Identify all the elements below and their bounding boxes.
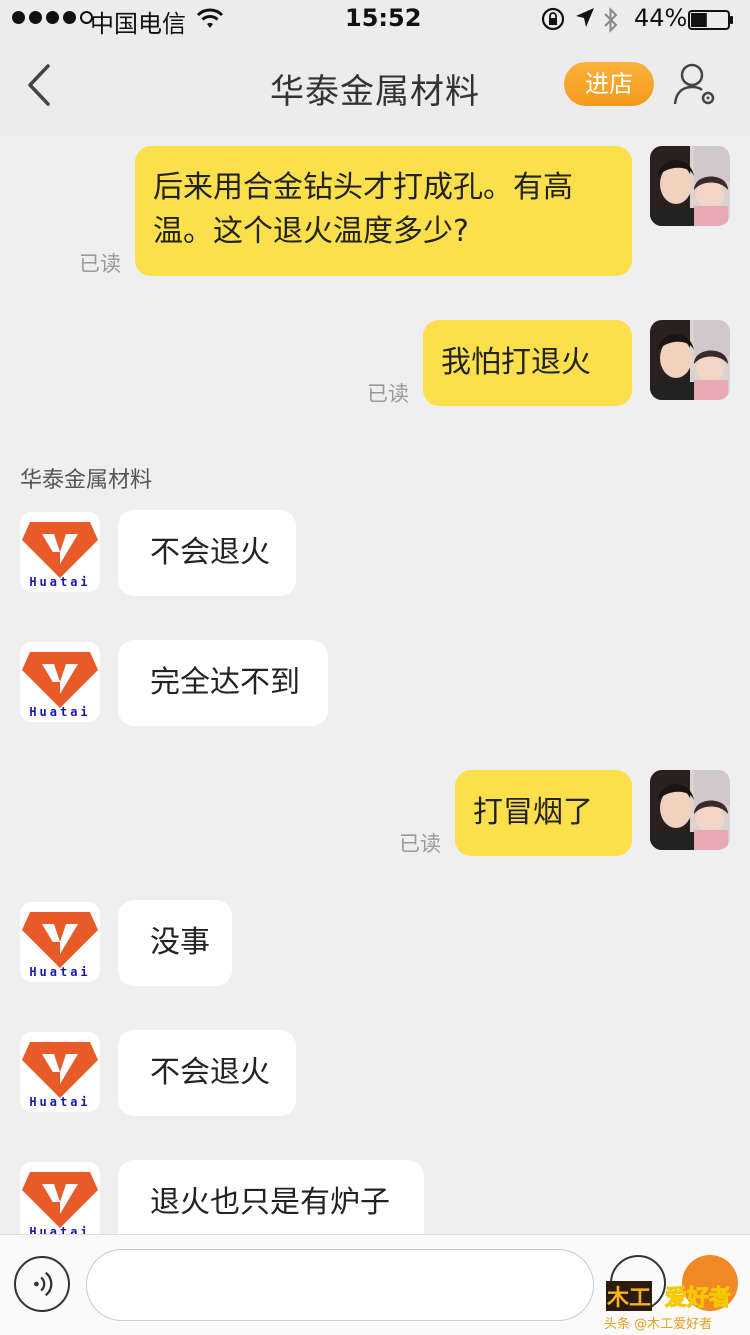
svg-text:爱好者: 爱好者 (665, 1285, 731, 1311)
shop-logo-text: Huatai (29, 705, 91, 719)
navigation-bar: 华泰金属材料 进店 (0, 40, 750, 136)
sent-message-bubble[interactable]: 打冒烟了 (455, 770, 632, 856)
shop-avatar[interactable]: Huatai (20, 512, 100, 592)
user-avatar[interactable] (650, 146, 730, 226)
received-message-bubble[interactable]: 没事 (118, 900, 232, 986)
bluetooth-icon (604, 7, 618, 33)
message-text-input[interactable] (86, 1249, 594, 1321)
voice-input-icon[interactable] (14, 1256, 70, 1312)
shop-logo-text: Huatai (29, 575, 91, 589)
read-receipt: 已读 (367, 382, 409, 406)
user-avatar[interactable] (650, 320, 730, 400)
status-bar: 中国电信 15:52 44% (0, 0, 750, 40)
shop-logo-text: Huatai (29, 965, 91, 979)
enter-shop-button[interactable]: 进店 (564, 62, 654, 106)
user-avatar[interactable] (650, 770, 730, 850)
svg-text:木工: 木工 (606, 1286, 651, 1311)
shop-logo-text: Huatai (29, 1095, 91, 1109)
shop-avatar[interactable]: Huatai (20, 902, 100, 982)
message-text-line: 不会退火 (150, 1055, 270, 1090)
sender-name-label: 华泰金属材料 (20, 468, 153, 493)
message-text-line: 完全达不到 (150, 665, 300, 700)
message-text-line: 退火也只是有炉子 (150, 1185, 390, 1220)
carrier-name: 中国电信 (90, 10, 186, 38)
read-receipt: 已读 (79, 252, 121, 276)
shop-avatar[interactable]: Huatai (20, 1162, 100, 1234)
message-text-line: 温。这个退火温度多少? (153, 214, 469, 249)
message-text-line: 没事 (150, 925, 210, 960)
user-settings-icon[interactable] (672, 60, 720, 108)
message-text-line: 打冒烟了 (473, 795, 593, 830)
read-receipt: 已读 (399, 832, 441, 856)
battery-percentage: 44% (634, 4, 688, 32)
message-text-line: 我怕打退火 (441, 345, 591, 380)
message-input-bar: 木工 爱好者 头条 @木工爱好者 (0, 1234, 750, 1335)
watermark-caption: 头条 @木工爱好者 (604, 1317, 713, 1332)
received-message-bubble[interactable]: 退火也只是有炉子 (118, 1160, 424, 1234)
received-message-bubble[interactable]: 不会退火 (118, 510, 296, 596)
rotation-lock-icon (541, 7, 565, 31)
signal-strength-icon (12, 11, 93, 24)
sent-message-bubble[interactable]: 我怕打退火 (423, 320, 632, 406)
shop-avatar[interactable]: Huatai (20, 1032, 100, 1112)
sent-message-bubble[interactable]: 后来用合金钻头才打成孔。有高 温。这个退火温度多少? (135, 146, 632, 276)
message-text-line: 不会退火 (150, 535, 270, 570)
wifi-icon (196, 8, 224, 28)
shop-avatar[interactable]: Huatai (20, 642, 100, 722)
message-text-line: 后来用合金钻头才打成孔。有高 (153, 170, 573, 205)
received-message-bubble[interactable]: 不会退火 (118, 1030, 296, 1116)
location-arrow-icon (576, 8, 594, 27)
shop-logo-text: Huatai (29, 1225, 91, 1234)
huatai-logo-icon (22, 1172, 98, 1228)
battery-icon (688, 10, 733, 30)
chat-message-list[interactable]: 后来用合金钻头才打成孔。有高 温。这个退火温度多少? 已读 我怕打退火 已读 Huatai… (0, 136, 750, 1234)
clock: 15:52 (345, 4, 422, 32)
received-message-bubble[interactable]: 完全达不到 (118, 640, 328, 726)
